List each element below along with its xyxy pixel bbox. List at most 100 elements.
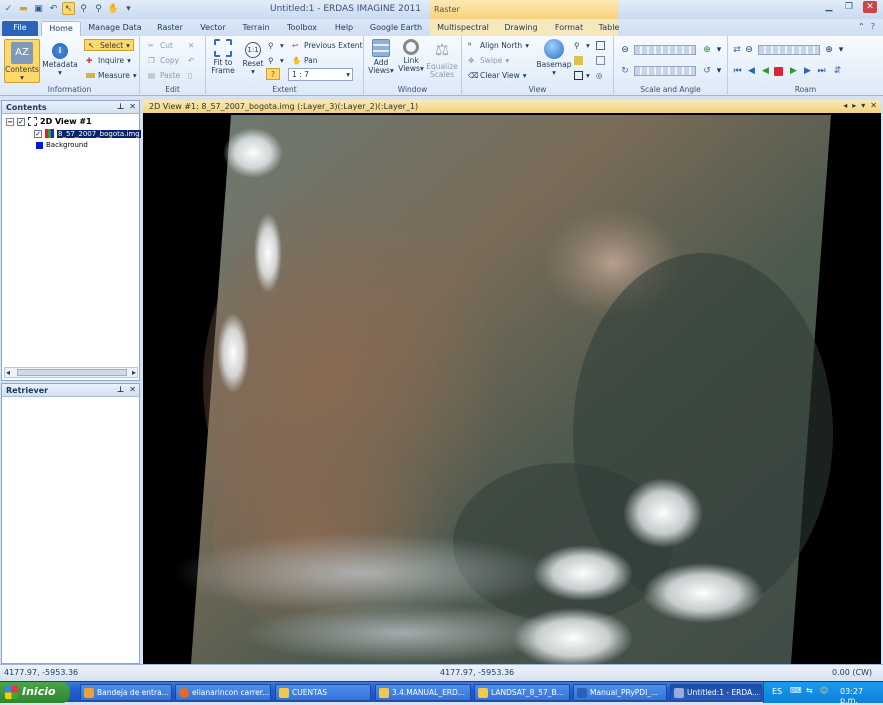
magnifier-tool[interactable]: ⚲ ▾ (574, 39, 590, 51)
tab-toolbox[interactable]: Toolbox (280, 21, 324, 36)
start-button[interactable]: Inicio (0, 682, 70, 703)
taskbar-item-outlook[interactable]: Bandeja de entra... (80, 684, 172, 701)
save-icon[interactable]: ▣ (32, 2, 45, 15)
view-next-icon[interactable]: ▸ (852, 101, 856, 110)
pan-button[interactable]: ✋ Pan (292, 54, 318, 66)
scroll-left-icon[interactable]: ◂ (6, 368, 10, 377)
zoom-out-icon[interactable]: ⚲ (92, 2, 105, 15)
scale-combo[interactable]: 1 : 7 ▾ (288, 68, 353, 81)
roam-speed-slider[interactable] (758, 45, 820, 55)
rotate-icon[interactable]: ↻ (620, 66, 630, 76)
select-button[interactable]: ↖ Select ▾ (84, 39, 134, 51)
tree-view-node[interactable]: − ✓ 2D View #1 (6, 117, 92, 126)
background-color-tool[interactable]: ▾ (574, 69, 590, 81)
tab-google-earth[interactable]: Google Earth (364, 21, 428, 36)
tab-manage-data[interactable]: Manage Data (86, 21, 144, 36)
satellite-image[interactable] (143, 113, 881, 664)
scroll-right-icon[interactable]: ▸ (132, 368, 136, 377)
taskbar-item-erdas[interactable]: Untitled:1 - ERDA... (670, 684, 762, 701)
clock[interactable]: 03:27 p.m. (840, 687, 883, 705)
view-option-1[interactable] (596, 39, 605, 51)
roam-direction-icon[interactable]: ⇄ (732, 45, 742, 55)
tab-vector[interactable]: Vector (194, 21, 232, 36)
zoom-in-icon[interactable]: ⚲ (77, 2, 90, 15)
reset-button[interactable]: 1:1 Reset ▾ (240, 39, 266, 76)
swipe-button[interactable]: ✥ Swipe ▾ (468, 54, 509, 66)
language-indicator[interactable]: ES (772, 687, 782, 696)
view-list-icon[interactable]: ▾ (861, 101, 865, 110)
keyboard-icon[interactable]: ⌨ (790, 686, 802, 695)
fit-to-frame-button[interactable]: Fit to Frame (208, 39, 238, 75)
ribbon-minimize-icon[interactable]: ⌃ (858, 22, 865, 31)
scale-slider[interactable] (634, 45, 696, 55)
select-pointer-icon[interactable]: ↖ (62, 2, 75, 15)
roam-first-icon[interactable]: ⏮ (732, 66, 743, 77)
scale-apply-icon[interactable]: ⊕ (702, 45, 712, 55)
tab-home[interactable]: Home (41, 21, 81, 36)
scale-zoom-icon[interactable]: ⊖ (620, 45, 630, 55)
taskbar-item-manual[interactable]: 3.4.MANUAL_ERD... (375, 684, 471, 701)
messenger-icon[interactable]: ☺ (820, 686, 828, 695)
metadata-button[interactable]: i Metadata ▾ (42, 39, 78, 77)
pin-icon[interactable]: ⊥ (117, 102, 124, 111)
taskbar-item-firefox[interactable]: elianarincon carrer... (175, 684, 271, 701)
roam-play-icon[interactable]: ▶ (788, 66, 799, 77)
previous-extent-button[interactable]: ↩ Previous Extent (292, 39, 363, 51)
map-view[interactable] (143, 113, 881, 664)
close-icon[interactable]: ✕ (129, 385, 136, 394)
zoom-in-tool[interactable]: ⚲ ▾ (268, 39, 284, 51)
close-icon[interactable]: ✕ (129, 102, 136, 111)
equalize-scales-button[interactable]: ⚖ Equalize Scales (426, 39, 458, 79)
tab-file[interactable]: File (2, 21, 38, 36)
scroll-thumb[interactable] (17, 369, 127, 376)
roam-menu-icon[interactable]: ▾ (836, 45, 846, 55)
clear-view-button[interactable]: ⌫ Clear View ▾ (468, 69, 527, 81)
contents-horizontal-scrollbar[interactable]: ◂ ▸ (4, 367, 138, 378)
minimize-icon[interactable]: ▁ (823, 1, 835, 13)
zoom-out-tool[interactable]: ⚲ ▾ (268, 54, 284, 66)
tab-raster[interactable]: Raster (150, 21, 190, 36)
layer-order-tool[interactable] (574, 54, 583, 66)
collapse-icon[interactable]: − (6, 117, 14, 126)
angle-menu-icon[interactable]: ▾ (714, 66, 724, 76)
roam-step-forward-icon[interactable]: ▶ (802, 66, 813, 77)
tab-drawing[interactable]: Drawing (498, 21, 544, 36)
help-icon[interactable]: ? (871, 22, 875, 31)
roam-step-back-icon[interactable]: ◀ (746, 66, 757, 77)
open-icon[interactable]: ▬ (17, 2, 30, 15)
erdas-logo-icon[interactable]: ✓ (2, 2, 15, 15)
tab-table[interactable]: Table (592, 21, 626, 36)
basemap-button[interactable]: Basemap ▾ (536, 39, 572, 77)
view-option-3[interactable]: ◎ (596, 69, 605, 81)
delete-icon[interactable]: ✕ (188, 39, 194, 51)
pan-icon[interactable]: ✋ (107, 2, 120, 15)
angle-slider[interactable] (634, 66, 696, 76)
inquire-button[interactable]: ✚ Inquire ▾ (86, 54, 131, 66)
view-close-icon[interactable]: ✕ (870, 101, 877, 110)
tree-background-node[interactable]: Background (36, 141, 88, 149)
scale-menu-icon[interactable]: ▾ (714, 45, 724, 55)
link-views-button[interactable]: Link Views▾ (396, 39, 426, 73)
clipboard-icon[interactable]: ▯ (188, 69, 192, 81)
angle-reset-icon[interactable]: ↺ (702, 66, 712, 76)
view-prev-icon[interactable]: ◂ (843, 101, 847, 110)
roam-speed-icon[interactable]: ⊖ (744, 45, 754, 55)
view-checkbox[interactable]: ✓ (17, 117, 25, 126)
taskbar-item-cuentas[interactable]: CUENTAS (275, 684, 371, 701)
undo-icon[interactable]: ↶ (47, 2, 60, 15)
tab-help[interactable]: Help (328, 21, 360, 36)
tab-multispectral[interactable]: Multispectral (434, 21, 492, 36)
network-icon[interactable]: ⇆ (806, 686, 813, 695)
roam-stop-icon[interactable] (774, 67, 783, 76)
roam-options-icon[interactable]: ⇵ (832, 66, 843, 77)
tree-layer-node[interactable]: ✓ 8_57_2007_bogota.img (34, 129, 141, 138)
undo-edit-icon[interactable]: ↶ (188, 54, 194, 66)
roam-reverse-icon[interactable]: ◀ (760, 66, 771, 77)
close-icon[interactable]: ✕ (863, 1, 877, 13)
tab-format[interactable]: Format (550, 21, 588, 36)
roam-last-icon[interactable]: ⏭ (816, 66, 827, 77)
maximize-icon[interactable]: ❐ (843, 1, 855, 13)
copy-button[interactable]: ❐ Copy (148, 54, 179, 66)
add-views-button[interactable]: Add Views▾ (366, 39, 396, 75)
layer-checkbox[interactable]: ✓ (34, 129, 42, 138)
